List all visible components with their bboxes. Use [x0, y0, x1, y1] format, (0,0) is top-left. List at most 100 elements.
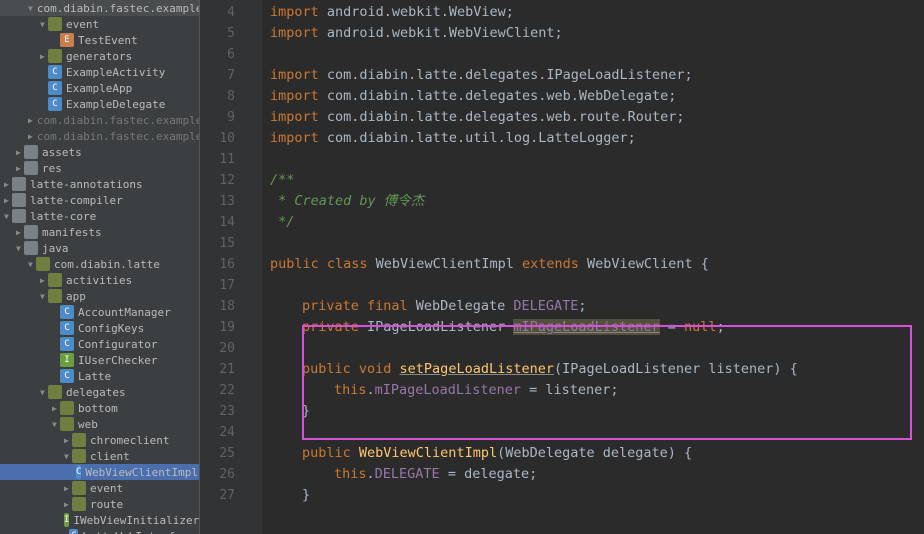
code-line[interactable]: this.mIPageLoadListener = listener;	[270, 380, 924, 401]
tree-arrow-icon[interactable]	[4, 180, 12, 189]
code-line[interactable]	[270, 338, 924, 359]
code-line[interactable]	[270, 422, 924, 443]
tree-label: delegates	[66, 386, 126, 399]
tree-arrow-icon[interactable]	[64, 500, 72, 509]
tree-arrow-icon[interactable]	[28, 132, 33, 141]
tree-item-activities[interactable]: activities	[0, 272, 199, 288]
tree-item-client[interactable]: client	[0, 448, 199, 464]
project-tree[interactable]: com.diabin.fastec.exampleeventTestEventg…	[0, 0, 200, 534]
tree-arrow-icon[interactable]	[28, 260, 36, 269]
tree-item-assets[interactable]: assets	[0, 144, 199, 160]
pkg-icon	[72, 433, 86, 447]
code-line[interactable]: }	[270, 401, 924, 422]
code-line[interactable]: */	[270, 212, 924, 233]
tree-arrow-icon[interactable]	[16, 148, 24, 157]
fold-column[interactable]	[250, 0, 262, 534]
tree-arrow-icon[interactable]	[40, 52, 48, 61]
tree-item-exampleactivity[interactable]: ExampleActivity	[0, 64, 199, 80]
token: this	[334, 382, 367, 398]
tree-item-iuserchecker[interactable]: IUserChecker	[0, 352, 199, 368]
tree-item-com-diabin-fastec-example-androidtest-[interactable]: com.diabin.fastec.example (androidTest)	[0, 112, 199, 128]
tree-item-com-diabin-fastec-example[interactable]: com.diabin.fastec.example	[0, 0, 199, 16]
code-line[interactable]: import com.diabin.latte.delegates.web.ro…	[270, 107, 924, 128]
code-line[interactable]: import com.diabin.latte.util.log.LatteLo…	[270, 128, 924, 149]
tree-arrow-icon[interactable]	[40, 292, 48, 301]
tree-arrow-icon[interactable]	[16, 244, 24, 253]
code-line[interactable]: this.DELEGATE = delegate;	[270, 464, 924, 485]
tree-label: latte-core	[30, 210, 96, 223]
tree-item-app[interactable]: app	[0, 288, 199, 304]
code-line[interactable]: import android.webkit.WebViewClient;	[270, 23, 924, 44]
tree-arrow-icon[interactable]	[64, 452, 72, 461]
tree-item-latte-compiler[interactable]: latte-compiler	[0, 192, 199, 208]
tree-arrow-icon[interactable]	[28, 4, 33, 13]
tree-label: TestEvent	[78, 34, 138, 47]
tree-item-configkeys[interactable]: ConfigKeys	[0, 320, 199, 336]
tree-arrow-icon[interactable]	[4, 196, 12, 205]
tree-item-lattewebinterface[interactable]: LatteWebInterface	[0, 528, 199, 534]
code-line[interactable]: * Created by 傅令杰	[270, 191, 924, 212]
code-line[interactable]	[270, 149, 924, 170]
token: DELEGATE	[513, 298, 578, 314]
code-area[interactable]: import android.webkit.WebView;import and…	[262, 0, 924, 534]
code-line[interactable]	[270, 275, 924, 296]
token: import	[270, 109, 327, 125]
tree-item-webviewclientimpl[interactable]: WebViewClientImpl	[0, 464, 199, 480]
tree-item-exampledelegate[interactable]: ExampleDelegate	[0, 96, 199, 112]
tree-label: activities	[66, 274, 132, 287]
tree-arrow-icon[interactable]	[52, 404, 60, 413]
tree-item-bottom[interactable]: bottom	[0, 400, 199, 416]
code-line[interactable]	[270, 44, 924, 65]
code-line[interactable]: public class WebViewClientImpl extends W…	[270, 254, 924, 275]
tree-item-manifests[interactable]: manifests	[0, 224, 199, 240]
tree-arrow-icon[interactable]	[40, 276, 48, 285]
pkg-icon	[36, 257, 50, 271]
code-line[interactable]: private final WebDelegate DELEGATE;	[270, 296, 924, 317]
code-line[interactable]: private IPageLoadListener mIPageLoadList…	[270, 317, 924, 338]
tree-item-exampleapp[interactable]: ExampleApp	[0, 80, 199, 96]
tree-item-event[interactable]: event	[0, 480, 199, 496]
tree-arrow-icon[interactable]	[16, 228, 24, 237]
tree-arrow-icon[interactable]	[16, 164, 24, 173]
code-line[interactable]: /**	[270, 170, 924, 191]
code-line[interactable]: import com.diabin.latte.delegates.web.We…	[270, 86, 924, 107]
tree-item-accountmanager[interactable]: AccountManager	[0, 304, 199, 320]
tree-item-delegates[interactable]: delegates	[0, 384, 199, 400]
tree-item-configurator[interactable]: Configurator	[0, 336, 199, 352]
tree-label: res	[42, 162, 62, 175]
tree-label: java	[42, 242, 69, 255]
code-editor[interactable]: 4567891011121314151617181920212223242526…	[200, 0, 924, 534]
code-line[interactable]: import com.diabin.latte.delegates.IPageL…	[270, 65, 924, 86]
code-line[interactable]	[270, 233, 924, 254]
line-number: 16	[200, 254, 235, 275]
tree-item-iwebviewinitializer[interactable]: IWebViewInitializer	[0, 512, 199, 528]
tree-arrow-icon[interactable]	[4, 212, 12, 221]
tree-arrow-icon[interactable]	[64, 436, 72, 445]
code-line[interactable]: public void setPageLoadListener(IPageLoa…	[270, 359, 924, 380]
tree-arrow-icon[interactable]	[52, 420, 60, 429]
token: public class	[270, 256, 376, 272]
tree-item-generators[interactable]: generators	[0, 48, 199, 64]
tree-item-route[interactable]: route	[0, 496, 199, 512]
tree-item-chromeclient[interactable]: chromeclient	[0, 432, 199, 448]
tree-item-web[interactable]: web	[0, 416, 199, 432]
tree-item-latte-core[interactable]: latte-core	[0, 208, 199, 224]
tree-item-res[interactable]: res	[0, 160, 199, 176]
tree-item-testevent[interactable]: TestEvent	[0, 32, 199, 48]
token: ;	[578, 298, 586, 314]
code-line[interactable]: import android.webkit.WebView;	[270, 2, 924, 23]
tree-item-com-diabin-latte[interactable]: com.diabin.latte	[0, 256, 199, 272]
tree-item-event[interactable]: event	[0, 16, 199, 32]
class-icon	[69, 529, 78, 534]
tree-arrow-icon[interactable]	[40, 388, 48, 397]
tree-arrow-icon[interactable]	[64, 484, 72, 493]
code-line[interactable]: }	[270, 485, 924, 506]
tree-item-com-diabin-fastec-example-test-[interactable]: com.diabin.fastec.example (test)	[0, 128, 199, 144]
tree-arrow-icon[interactable]	[28, 116, 33, 125]
tree-item-latte-annotations[interactable]: latte-annotations	[0, 176, 199, 192]
tree-item-latte[interactable]: Latte	[0, 368, 199, 384]
tree-item-java[interactable]: java	[0, 240, 199, 256]
code-line[interactable]: public WebViewClientImpl(WebDelegate del…	[270, 443, 924, 464]
tree-label: latte-annotations	[30, 178, 143, 191]
tree-arrow-icon[interactable]	[40, 20, 48, 29]
